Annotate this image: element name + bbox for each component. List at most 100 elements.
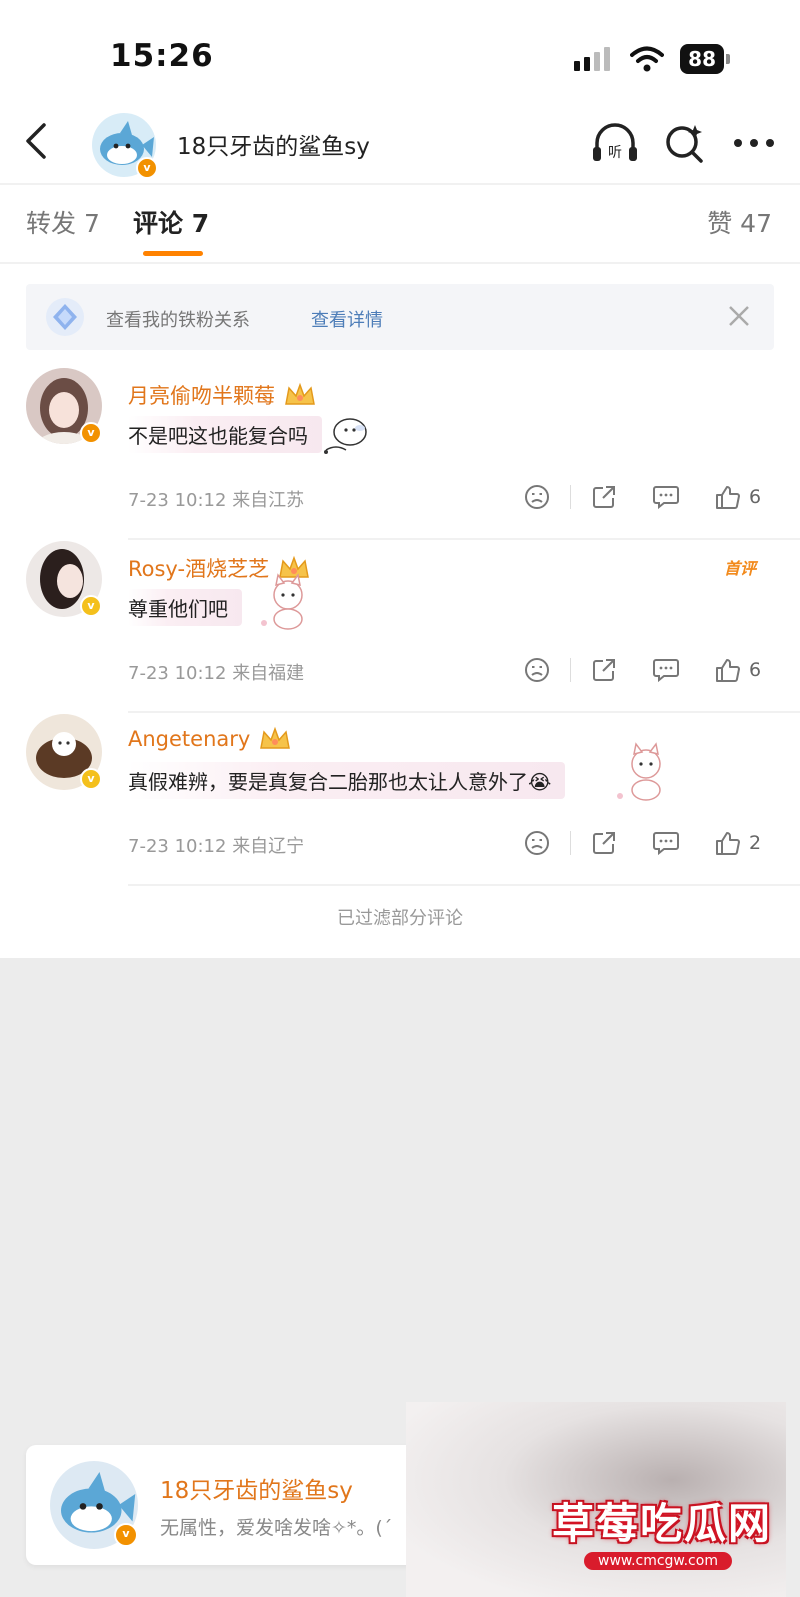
comment-divider	[128, 711, 800, 713]
more-button[interactable]	[730, 119, 778, 167]
comment-meta: 7-23 10:12 来自江苏	[128, 486, 304, 512]
frown-icon	[525, 831, 549, 855]
tab-comments[interactable]: 评论 7	[133, 204, 209, 240]
author-avatar[interactable]: v	[92, 113, 158, 179]
watermark-title: 草莓吃瓜网	[552, 1499, 773, 1548]
more-icon	[734, 139, 774, 147]
author-name[interactable]: 18只牙齿的鲨鱼sy	[177, 127, 370, 161]
verified-badge-icon: v	[80, 768, 102, 790]
comment-time: 7-23 10:12	[128, 663, 227, 684]
tabs-divider	[0, 262, 800, 264]
comment-location: 来自辽宁	[232, 836, 305, 857]
like-button[interactable]	[713, 482, 743, 512]
signal-icon	[574, 47, 611, 71]
like-button[interactable]	[713, 828, 743, 858]
like-count: 6	[749, 659, 762, 681]
dog-sticker-icon	[324, 418, 367, 454]
like-count: 6	[749, 486, 762, 508]
view-details-link[interactable]: 查看详情	[311, 306, 383, 332]
verified-badge-icon: v	[114, 1523, 138, 1547]
action-separator	[570, 485, 571, 509]
comment-divider	[128, 884, 800, 886]
status-indicators: 88	[574, 44, 730, 74]
crown-icon	[285, 382, 315, 405]
commenter-name[interactable]: Angetenary	[128, 726, 292, 752]
like-count: 2	[749, 832, 762, 854]
comment-location: 来自福建	[232, 663, 305, 684]
comment-text: 尊重他们吧	[128, 589, 242, 626]
share-button[interactable]	[589, 655, 619, 685]
commenter-name-text: Rosy-酒烧芝芝	[128, 557, 270, 581]
status-time: 15:26	[110, 38, 214, 74]
frown-icon	[525, 485, 549, 509]
fan-relation-banner[interactable]: 查看我的铁粉关系 查看详情	[26, 284, 774, 350]
cat-sticker-icon	[261, 573, 303, 630]
verified-badge-icon: v	[80, 595, 102, 617]
comment-text: 不是吧这也能复合吗	[128, 416, 322, 453]
share-button[interactable]	[589, 828, 619, 858]
commenter-name-text: Angetenary	[128, 727, 251, 751]
close-icon[interactable]	[722, 299, 756, 333]
battery-indicator: 88	[680, 44, 730, 74]
like-button[interactable]	[713, 655, 743, 685]
commenter-name-text: 月亮偷吻半颗莓	[128, 384, 275, 408]
chevron-left-icon	[26, 123, 46, 159]
wifi-icon	[630, 46, 665, 72]
fan-relation-text: 查看我的铁粉关系	[106, 310, 250, 331]
action-separator	[570, 658, 571, 682]
post-header: v 18只牙齿的鲨鱼sy 听	[0, 105, 800, 183]
header-divider	[0, 183, 800, 185]
first-comment-badge: 首评	[723, 559, 756, 578]
tab-reposts[interactable]: 转发 7	[26, 204, 100, 240]
comment-icon	[653, 486, 679, 510]
comment-icon	[653, 659, 679, 683]
watermark-overlay: 草莓吃瓜网 www.cmcgw.com	[406, 1402, 786, 1597]
comment-meta: 7-23 10:12 来自福建	[128, 659, 304, 685]
diamond-icon	[46, 298, 84, 336]
share-icon	[593, 659, 615, 681]
comment-meta: 7-23 10:12 来自辽宁	[128, 832, 304, 858]
comment-location: 来自江苏	[232, 490, 305, 511]
comment-time: 7-23 10:12	[128, 836, 227, 857]
comment-actions: 6	[522, 651, 778, 689]
search-button[interactable]	[661, 119, 709, 167]
reply-button[interactable]	[651, 655, 681, 685]
comment-time: 7-23 10:12	[128, 490, 227, 511]
search-icon	[666, 125, 703, 163]
cat-sticker-icon	[617, 742, 661, 801]
dislike-button[interactable]	[522, 482, 552, 512]
verified-badge-icon: v	[136, 157, 158, 179]
share-icon	[593, 832, 615, 854]
author-card-bio: 无属性，爱发啥发啥✧*。(ˊ	[160, 1517, 393, 1539]
comment-item: v Angetenary 真假难辨，要是真复合二胎那也太让人意外了😭 7-23 …	[0, 714, 800, 886]
watermark-url: www.cmcgw.com	[584, 1552, 732, 1570]
listen-button[interactable]: 听	[591, 119, 639, 167]
comment-item: v 月亮偷吻半颗莓 不是吧这也能复合吗 7-23 10:12 来自江苏 6	[0, 368, 800, 540]
comment-divider	[128, 538, 800, 540]
author-card-name[interactable]: 18只牙齿的鲨鱼sy	[160, 1471, 353, 1505]
share-button[interactable]	[589, 482, 619, 512]
crown-icon	[260, 726, 291, 749]
dislike-button[interactable]	[522, 828, 552, 858]
dislike-button[interactable]	[522, 655, 552, 685]
headphones-icon: 听	[593, 123, 637, 161]
thumbs-up-icon	[716, 486, 740, 509]
thumbs-up-icon	[716, 659, 740, 682]
verified-badge-icon: v	[80, 422, 102, 444]
reply-button[interactable]	[651, 482, 681, 512]
frown-icon	[525, 658, 549, 682]
back-button[interactable]	[18, 119, 58, 163]
comment-actions: 2	[522, 824, 778, 862]
commenter-name[interactable]: 月亮偷吻半颗莓	[128, 380, 317, 410]
tab-likes[interactable]: 赞 47	[707, 204, 772, 240]
thumbs-up-icon	[716, 832, 740, 855]
active-tab-indicator	[143, 251, 203, 256]
listen-label: 听	[608, 145, 622, 161]
filtered-comments-notice: 已过滤部分评论	[337, 908, 463, 929]
comment-icon	[653, 832, 679, 856]
comment-actions: 6	[522, 478, 778, 516]
reply-button[interactable]	[651, 828, 681, 858]
share-icon	[593, 486, 615, 508]
comment-item: v Rosy-酒烧芝芝 首评 尊重他们吧 7-23 10:12 来自福建 6	[0, 541, 800, 713]
action-separator	[570, 831, 571, 855]
